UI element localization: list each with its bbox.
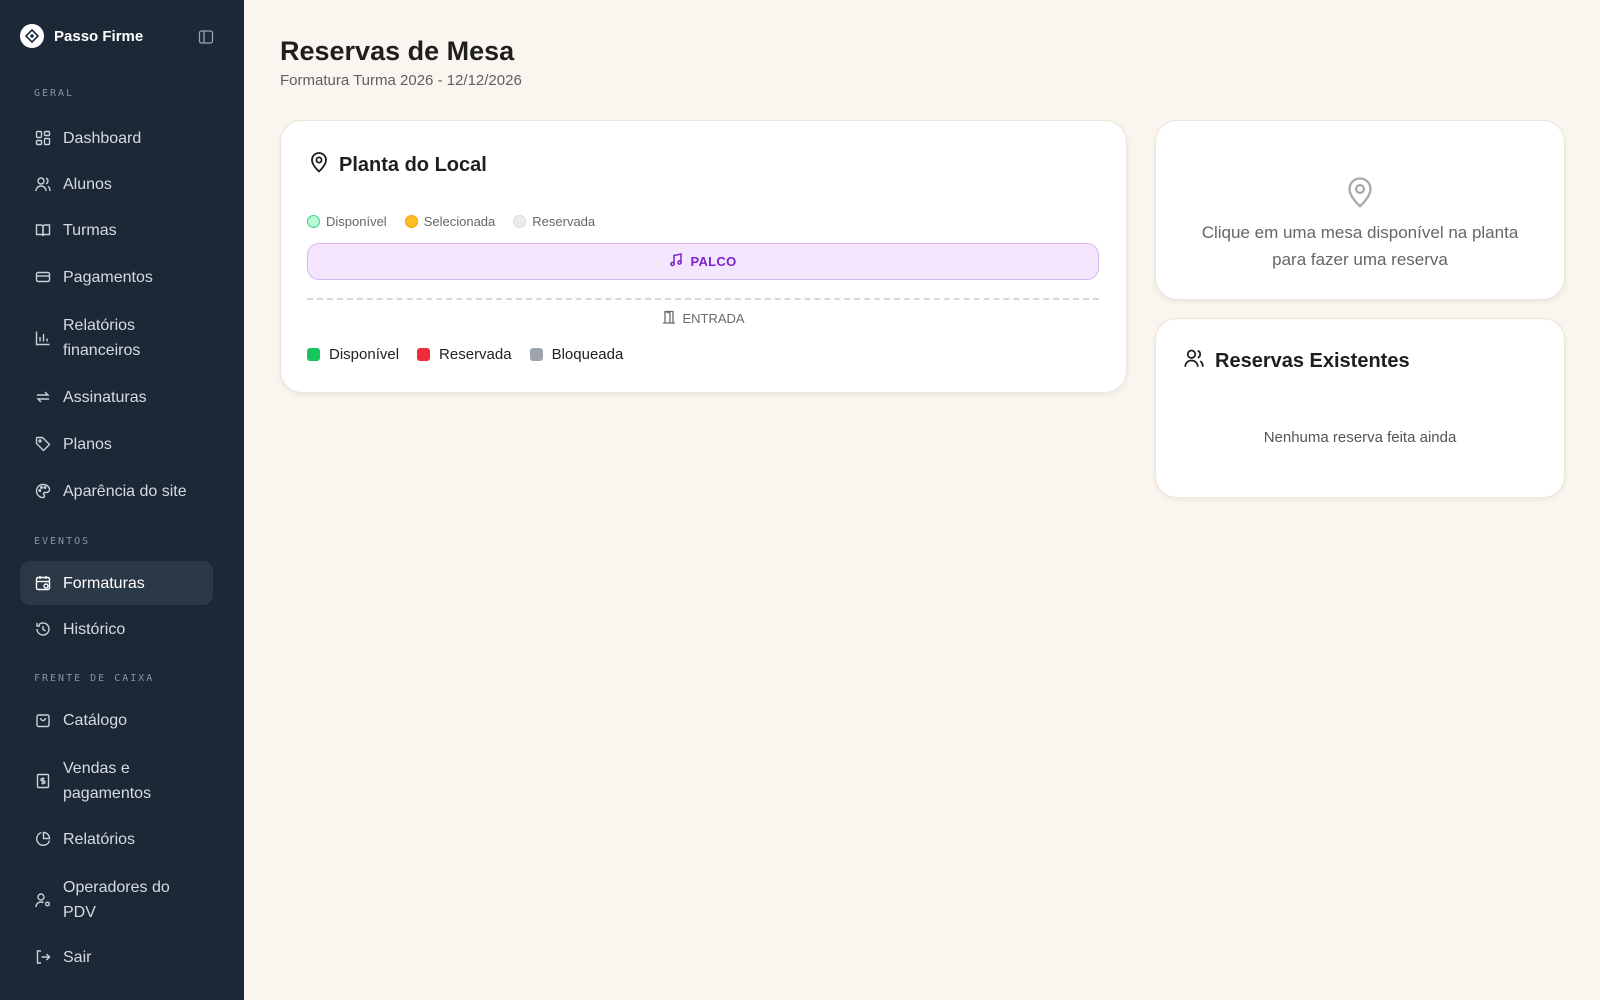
floorplan-title: Planta do Local	[309, 151, 487, 179]
sidebar-item-aparencia[interactable]: Aparência do site	[20, 475, 213, 507]
floorplan-title-text: Planta do Local	[339, 153, 487, 176]
floorplan-card: Planta do Local Disponível Selecionada R…	[280, 120, 1127, 393]
sidebar-item-assinaturas[interactable]: Assinaturas	[20, 381, 213, 413]
sidebar-item-label: Operadores do PDV	[63, 879, 170, 921]
sidebar-item-sair[interactable]: Sair	[20, 941, 213, 973]
section-label-eventos: EVENTOS	[34, 536, 91, 547]
sidebar-item-planos[interactable]: Planos	[20, 428, 213, 460]
sidebar-item-label: Turmas	[63, 221, 117, 239]
sidebar-item-dashboard[interactable]: Dashboard	[20, 122, 213, 154]
sidebar-item-label: Aparência do site	[63, 482, 187, 500]
sidebar-item-label: Dashboard	[63, 129, 142, 147]
section-label-frente-de-caixa: FRENTE DE CAIXA	[34, 673, 155, 684]
legend-dot	[307, 215, 320, 228]
reservation-hint-text: Clique em uma mesa disponível na planta …	[1201, 223, 1519, 269]
sidebar-item-vendas[interactable]: Vendas e pagamentos	[20, 755, 213, 807]
legend-label: Reservada	[532, 214, 596, 229]
calendar-icon	[34, 574, 52, 592]
music-note-icon	[669, 253, 683, 270]
pie-chart-icon	[34, 830, 52, 848]
brand-name: Passo Firme	[54, 27, 144, 45]
legend-item-bloqueada: Bloqueada	[529, 346, 624, 363]
sidebar-item-pagamentos[interactable]: Pagamentos	[20, 261, 213, 293]
book-icon	[34, 221, 52, 239]
legend-item-disponivel: Disponível	[307, 214, 387, 229]
legend-item-selecionada: Selecionada	[404, 214, 496, 229]
brand-logo-icon	[20, 24, 44, 48]
tag-icon	[34, 435, 52, 453]
sidebar-item-label: Catálogo	[63, 711, 128, 729]
empty-state-text: Nenhuma reserva feita ainda	[1263, 429, 1457, 446]
sidebar-item-label: Formaturas	[63, 574, 145, 592]
legend-item-reservada: Reservada	[513, 214, 595, 229]
bar-chart-icon	[34, 329, 52, 347]
legend-swatch	[307, 348, 320, 361]
sidebar-item-turmas[interactable]: Turmas	[20, 214, 213, 246]
legend-swatch	[529, 348, 543, 361]
sidebar-item-label: Pagamentos	[63, 268, 153, 286]
legend-dot	[513, 215, 527, 228]
legend-label: Reservada	[439, 346, 512, 363]
legend-label: Bloqueada	[551, 346, 624, 363]
legend-label: Disponível	[329, 346, 400, 363]
legend-status-top: Disponível Selecionada Reservada	[307, 214, 595, 229]
stage-banner: PALCO	[307, 243, 1099, 280]
sidebar-item-label: Histórico	[63, 620, 126, 638]
entrance-divider	[307, 298, 1099, 300]
sidebar-item-label: Alunos	[63, 175, 112, 193]
legend-item-reservada: Reservada	[417, 346, 512, 363]
legend-item-disponivel: Disponível	[307, 346, 399, 363]
logout-icon	[34, 948, 52, 966]
users-icon	[1183, 348, 1205, 374]
user-cog-icon	[34, 891, 52, 909]
sidebar-toggle-icon[interactable]	[196, 27, 216, 47]
legend-label: Selecionada	[423, 214, 496, 229]
dashboard-icon	[34, 129, 52, 147]
legend-dot	[404, 215, 418, 228]
existing-reservations-title-text: Reservas Existentes	[1215, 349, 1410, 372]
sidebar-item-label: Planos	[63, 435, 112, 453]
sidebar-item-label: Assinaturas	[63, 388, 147, 406]
receipt-icon	[34, 772, 52, 790]
map-pin-icon	[309, 151, 329, 179]
card-icon	[34, 268, 52, 286]
sidebar-item-relatorios-financeiros[interactable]: Relatórios financeiros	[20, 312, 213, 364]
sidebar-item-label: Vendas e pagamentos	[63, 760, 152, 802]
palette-icon	[34, 482, 52, 500]
sidebar-item-label: Relatórios financeiros	[63, 317, 141, 359]
stage-label: PALCO	[690, 254, 737, 269]
history-icon	[34, 620, 52, 638]
sidebar-item-catalogo[interactable]: Catálogo	[20, 704, 213, 736]
page-title: Reservas de Mesa	[280, 36, 515, 66]
page-subtitle: Formatura Turma 2026 - 12/12/2026	[280, 72, 522, 89]
repeat-icon	[34, 388, 52, 406]
map-pin-icon	[1156, 175, 1564, 209]
sidebar-item-alunos[interactable]: Alunos	[20, 168, 213, 200]
door-icon	[662, 310, 676, 327]
existing-reservations-title: Reservas Existentes	[1183, 348, 1410, 374]
entrance-label: ENTRADA	[682, 311, 745, 326]
brand[interactable]: Passo Firme	[20, 24, 143, 48]
reservation-hint-card: Clique em uma mesa disponível na planta …	[1155, 120, 1565, 300]
legend-swatch	[417, 348, 431, 361]
sidebar-item-historico[interactable]: Histórico	[20, 613, 213, 645]
existing-reservations-card: Reservas Existentes Nenhuma reserva feit…	[1155, 318, 1565, 498]
users-icon	[34, 175, 52, 193]
section-label-geral: GERAL	[34, 88, 75, 99]
sidebar-item-operadores[interactable]: Operadores do PDV	[20, 874, 213, 926]
sidebar: Passo Firme GERAL Dashboard Alunos Turma…	[0, 0, 244, 1000]
sidebar-item-relatorios[interactable]: Relatórios	[20, 823, 213, 855]
legend-label: Disponível	[326, 214, 387, 229]
legend-status-bottom: Disponível Reservada Bloqueada	[307, 346, 623, 363]
bag-icon	[34, 711, 52, 729]
sidebar-item-label: Sair	[63, 948, 92, 966]
sidebar-item-label: Relatórios	[63, 830, 136, 848]
sidebar-item-formaturas[interactable]: Formaturas	[20, 561, 213, 605]
entrance-marker: ENTRADA	[281, 310, 1126, 327]
